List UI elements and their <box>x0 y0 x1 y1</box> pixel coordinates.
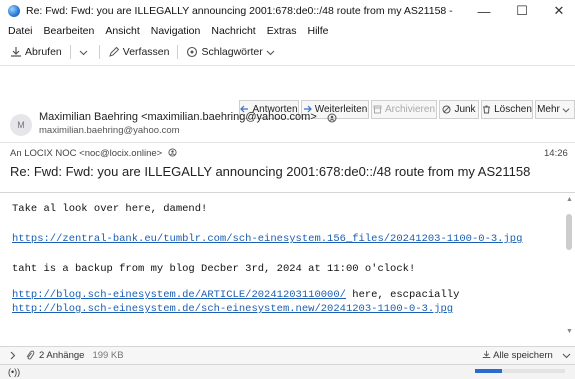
write-button[interactable]: Verfassen <box>104 42 174 62</box>
tags-button[interactable]: Schlagwörter <box>182 42 281 62</box>
get-messages-label: Abrufen <box>25 46 62 58</box>
save-all-label: Alle speichern <box>493 350 553 361</box>
thunderbird-icon <box>8 5 20 17</box>
menu-view[interactable]: Ansicht <box>105 25 139 37</box>
download-icon <box>11 47 21 57</box>
junk-label: Junk <box>454 104 476 115</box>
chevron-down-icon <box>79 50 88 55</box>
window-title: Re: Fwd: Fwd: you are ILLEGALLY announci… <box>26 5 456 17</box>
delete-label: Löschen <box>494 104 532 115</box>
menu-tools[interactable]: Extras <box>267 25 297 37</box>
attachment-size: 199 KB <box>92 350 124 361</box>
progress-fill <box>475 369 502 373</box>
attachment-count[interactable]: 2 Anhänge <box>39 350 84 361</box>
message-body: Take al look over here, damend! https://… <box>0 192 575 342</box>
menu-edit[interactable]: Bearbeiten <box>44 25 95 37</box>
menu-help[interactable]: Hilfe <box>308 25 329 37</box>
archive-icon <box>373 105 382 114</box>
avatar: M <box>10 114 32 136</box>
trash-icon <box>483 105 491 114</box>
tags-label: Schlagwörter <box>201 46 263 58</box>
menu-navigation[interactable]: Navigation <box>151 25 201 37</box>
junk-icon <box>442 105 451 114</box>
body-line: Take al look over here, damend! <box>12 203 208 215</box>
get-messages-button[interactable]: Abrufen <box>6 42 66 62</box>
scroll-down-icon[interactable]: ▼ <box>565 328 574 336</box>
archive-button[interactable]: Archivieren <box>371 100 437 119</box>
from-name[interactable]: Maximilian Baehring <maximilian.baehring… <box>39 111 317 123</box>
body-scrollbar[interactable]: ▲ ▼ <box>565 196 574 336</box>
from-email: maximilian.baehring@yahoo.com <box>39 125 180 136</box>
tag-icon <box>187 46 198 58</box>
menu-message[interactable]: Nachricht <box>211 25 255 37</box>
recipient-row: An LOCIX NOC <noc@locix.online> <box>10 148 177 159</box>
chevron-down-icon <box>562 107 570 112</box>
chevron-down-icon <box>266 50 275 55</box>
body-line: here, escpacially <box>345 289 460 301</box>
header-divider <box>0 142 575 143</box>
minimize-button[interactable]: — <box>466 1 502 21</box>
message-subject: Re: Fwd: Fwd: you are ILLEGALLY announci… <box>10 164 531 179</box>
body-link[interactable]: http://blog.sch-einesystem.de/sch-einesy… <box>12 303 453 315</box>
write-label: Verfassen <box>122 46 170 58</box>
body-link[interactable]: http://blog.sch-einesystem.de/ARTICLE/20… <box>12 289 346 301</box>
scroll-thumb[interactable] <box>566 214 572 250</box>
maximize-button[interactable]: ☐ <box>504 1 540 21</box>
save-all-button[interactable]: Alle speichern <box>482 350 553 361</box>
download-icon <box>482 350 491 358</box>
toolbar-separator <box>177 45 179 59</box>
toolbar-separator <box>69 45 71 59</box>
archive-label: Archivieren <box>384 104 436 115</box>
body-link[interactable]: https://zentral-bank.eu/tumblr.com/sch-e… <box>12 233 522 245</box>
forward-label: Weiterleiten <box>314 104 368 115</box>
menu-bar: Datei Bearbeiten Ansicht Navigation Nach… <box>0 22 575 39</box>
activity-icon[interactable]: (•)) <box>8 367 20 377</box>
toolbar-divider <box>0 65 575 66</box>
main-toolbar: Abrufen Verfassen Schlagwörter <box>0 41 575 63</box>
paperclip-icon <box>26 350 35 360</box>
close-button[interactable]: ✕ <box>541 1 575 21</box>
body-line: taht is a backup from my blog Decber 3rd… <box>12 263 416 275</box>
more-label: Mehr <box>537 104 560 115</box>
chevron-right-icon[interactable] <box>8 351 17 360</box>
junk-button[interactable]: Junk <box>439 100 479 119</box>
toolbar-separator <box>98 45 100 59</box>
contact-add-icon[interactable] <box>168 148 177 157</box>
delete-button[interactable]: Löschen <box>481 100 533 119</box>
chevron-down-icon[interactable] <box>562 351 571 360</box>
message-time: 14:26 <box>544 148 568 159</box>
contact-add-icon[interactable] <box>327 113 337 123</box>
attachment-bar: 2 Anhänge 199 KB Alle speichern <box>0 346 575 364</box>
scroll-up-icon[interactable]: ▲ <box>565 196 574 204</box>
recipient[interactable]: An LOCIX NOC <noc@locix.online> <box>10 148 162 159</box>
menu-file[interactable]: Datei <box>8 25 33 37</box>
more-button[interactable]: Mehr <box>535 100 575 119</box>
pencil-icon <box>108 46 119 57</box>
get-messages-dropdown[interactable] <box>75 42 95 62</box>
title-bar: Re: Fwd: Fwd: you are ILLEGALLY announci… <box>0 0 575 22</box>
progress-bar <box>475 369 565 373</box>
